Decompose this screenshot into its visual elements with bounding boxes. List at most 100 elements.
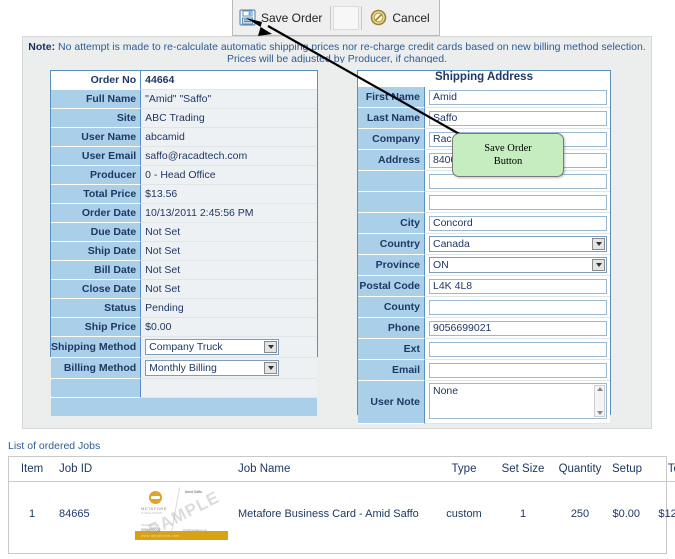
job-name-value[interactable]: Metafore Business Card - Amid Saffo — [234, 482, 434, 546]
order-value-10: Not Set — [141, 261, 317, 280]
shipping-select-country-value[interactable]: Canada — [429, 236, 607, 252]
job-col-job-name: Job Name — [234, 457, 434, 482]
job-setup-value: $0.00 — [612, 507, 640, 520]
order-row-billing-method: Billing Method Monthly Billing — [51, 358, 317, 379]
shipping-field-province[interactable]: ON — [425, 255, 610, 276]
order-select-15-value[interactable]: Monthly Billing — [145, 360, 280, 376]
job-item-number: 1 — [28, 507, 36, 520]
order-row-full-name: Full Name "Amid" "Saffo" — [51, 90, 317, 109]
order-label-9: Ship Date — [51, 242, 142, 261]
shipping-field-city[interactable] — [425, 213, 610, 234]
job-col-setup: Setup — [608, 457, 648, 482]
shipping-label-phone: Phone — [358, 318, 425, 339]
shipping-input-last-name[interactable] — [429, 110, 607, 126]
user-note-textarea[interactable]: None — [429, 382, 607, 419]
shipping-input-city[interactable] — [429, 215, 607, 231]
textarea-scrollbar[interactable] — [594, 384, 605, 417]
job-total-value: $12.00 — [658, 507, 675, 520]
shipping-input-phone[interactable] — [429, 320, 607, 336]
order-label-5: Producer — [51, 166, 142, 185]
order-select-14[interactable]: Company Truck — [145, 339, 280, 355]
job-col-thumb — [129, 457, 234, 482]
shipping-row-user-note: User Note None — [358, 381, 610, 424]
save-order-button[interactable]: Save Order — [233, 3, 328, 33]
ordered-jobs-box: Item Job ID Job Name Type Set Size Quantity Se… — [8, 456, 675, 554]
shipping-input-county[interactable] — [429, 299, 607, 315]
job-thumbnail-cell[interactable]: METAFORE IT SOLUTIONS Amid Saffo TELEPHONE 9… — [129, 482, 234, 546]
business-card-thumbnail[interactable]: METAFORE IT SOLUTIONS Amid Saffo TELEPHONE 9… — [135, 487, 228, 541]
shipping-field-last-name[interactable] — [425, 108, 610, 129]
order-value-5: 0 - Head Office — [141, 166, 317, 185]
cancel-label: Cancel — [392, 10, 430, 25]
order-row-order-date: Order Date 10/13/2011 2:45:56 PM — [51, 204, 317, 223]
order-label-16 — [51, 379, 142, 398]
order-value-14[interactable]: Company Truck — [141, 337, 317, 358]
order-row-user-name: User Name abcamid — [51, 128, 317, 147]
job-col-type: Type — [434, 457, 494, 482]
order-row-status: Status Pending — [51, 299, 317, 318]
shipping-address-panel: Shipping Address First NameLast NameComp… — [357, 70, 611, 424]
order-value-2: ABC Trading — [141, 109, 317, 128]
job-id-value: 84665 — [59, 507, 90, 520]
shipping-field-ext[interactable] — [425, 339, 610, 360]
shipping-row-phone: Phone — [358, 318, 610, 339]
shipping-input-email[interactable] — [429, 362, 607, 378]
chevron-down-icon[interactable] — [592, 238, 605, 250]
chevron-down-icon[interactable] — [264, 362, 278, 374]
shipping-field-blank-5[interactable] — [425, 192, 610, 213]
shipping-label-country: Country — [358, 234, 425, 255]
order-row-due-date: Due Date Not Set — [51, 223, 317, 242]
shipping-field-email[interactable] — [425, 360, 610, 381]
ordered-jobs-label: List of ordered Jobs — [8, 440, 101, 452]
shipping-label-ext: Ext — [358, 339, 425, 360]
order-select-14-value[interactable]: Company Truck — [145, 339, 280, 355]
order-value-9: Not Set — [141, 242, 317, 261]
callout-line-1: Save Order — [484, 143, 532, 154]
order-label-13: Ship Price — [51, 318, 142, 337]
order-value-11: Not Set — [141, 280, 317, 299]
order-label-8: Due Date — [51, 223, 142, 242]
shipping-field-user-note[interactable]: None — [425, 381, 610, 424]
order-select-15[interactable]: Monthly Billing — [145, 360, 280, 376]
shipping-field-country[interactable]: Canada — [425, 234, 610, 255]
shipping-input-first-name[interactable] — [429, 89, 607, 105]
order-label-4: User Email — [51, 147, 142, 166]
order-label-12: Status — [51, 299, 142, 318]
shipping-select-province[interactable]: ON — [429, 257, 607, 273]
toolbar-divider-2 — [361, 5, 363, 30]
order-value-7: 10/13/2011 2:45:56 PM — [141, 204, 317, 223]
shipping-field-county[interactable] — [425, 297, 610, 318]
chevron-down-icon[interactable] — [592, 259, 605, 271]
order-row-user-email: User Email saffo@racadtech.com — [51, 147, 317, 166]
shipping-input-blank-5[interactable] — [429, 194, 607, 210]
order-toolbar: Save Order Cancel — [232, 0, 440, 36]
order-row-shipping-method: Shipping Method Company Truck — [51, 337, 317, 358]
shipping-field-postal-code[interactable] — [425, 276, 610, 297]
job-col-set-size: Set Size — [494, 457, 552, 482]
order-value-16 — [141, 379, 317, 398]
shipping-field-first-name[interactable] — [425, 87, 610, 108]
job-col-item: Item — [9, 457, 55, 482]
ordered-jobs-table: Item Job ID Job Name Type Set Size Quantity Se… — [9, 457, 675, 546]
order-label-6: Total Price — [51, 185, 142, 204]
shipping-input-ext[interactable] — [429, 341, 607, 357]
cancel-button[interactable]: Cancel — [364, 3, 435, 33]
chevron-down-icon[interactable] — [264, 341, 278, 353]
order-value-12: Pending — [141, 299, 317, 318]
order-value-15[interactable]: Monthly Billing — [141, 358, 317, 379]
save-order-callout: Save Order Button — [452, 133, 564, 177]
shipping-select-country[interactable]: Canada — [429, 236, 607, 252]
shipping-field-phone[interactable] — [425, 318, 610, 339]
shipping-input-postal-code[interactable] — [429, 278, 607, 294]
order-row-blank — [51, 379, 317, 398]
shipping-label-address: Address — [358, 150, 425, 171]
table-row[interactable]: 1 84665 METAFORE IT SOLUTIONS Amid Saffo TELE… — [9, 482, 675, 546]
user-note-wrap[interactable]: None — [429, 382, 607, 422]
order-label-10: Bill Date — [51, 261, 142, 280]
shipping-row-ext: Ext — [358, 339, 610, 360]
note-line-1: Note: No attempt is made to re-calculate… — [23, 41, 651, 53]
shipping-label-blank-5 — [358, 192, 425, 213]
order-filler-row — [51, 398, 317, 416]
order-details-panel: Order No 44664 Full Name "Amid" "Saffo" Site… — [50, 70, 318, 416]
shipping-select-province-value[interactable]: ON — [429, 257, 607, 273]
